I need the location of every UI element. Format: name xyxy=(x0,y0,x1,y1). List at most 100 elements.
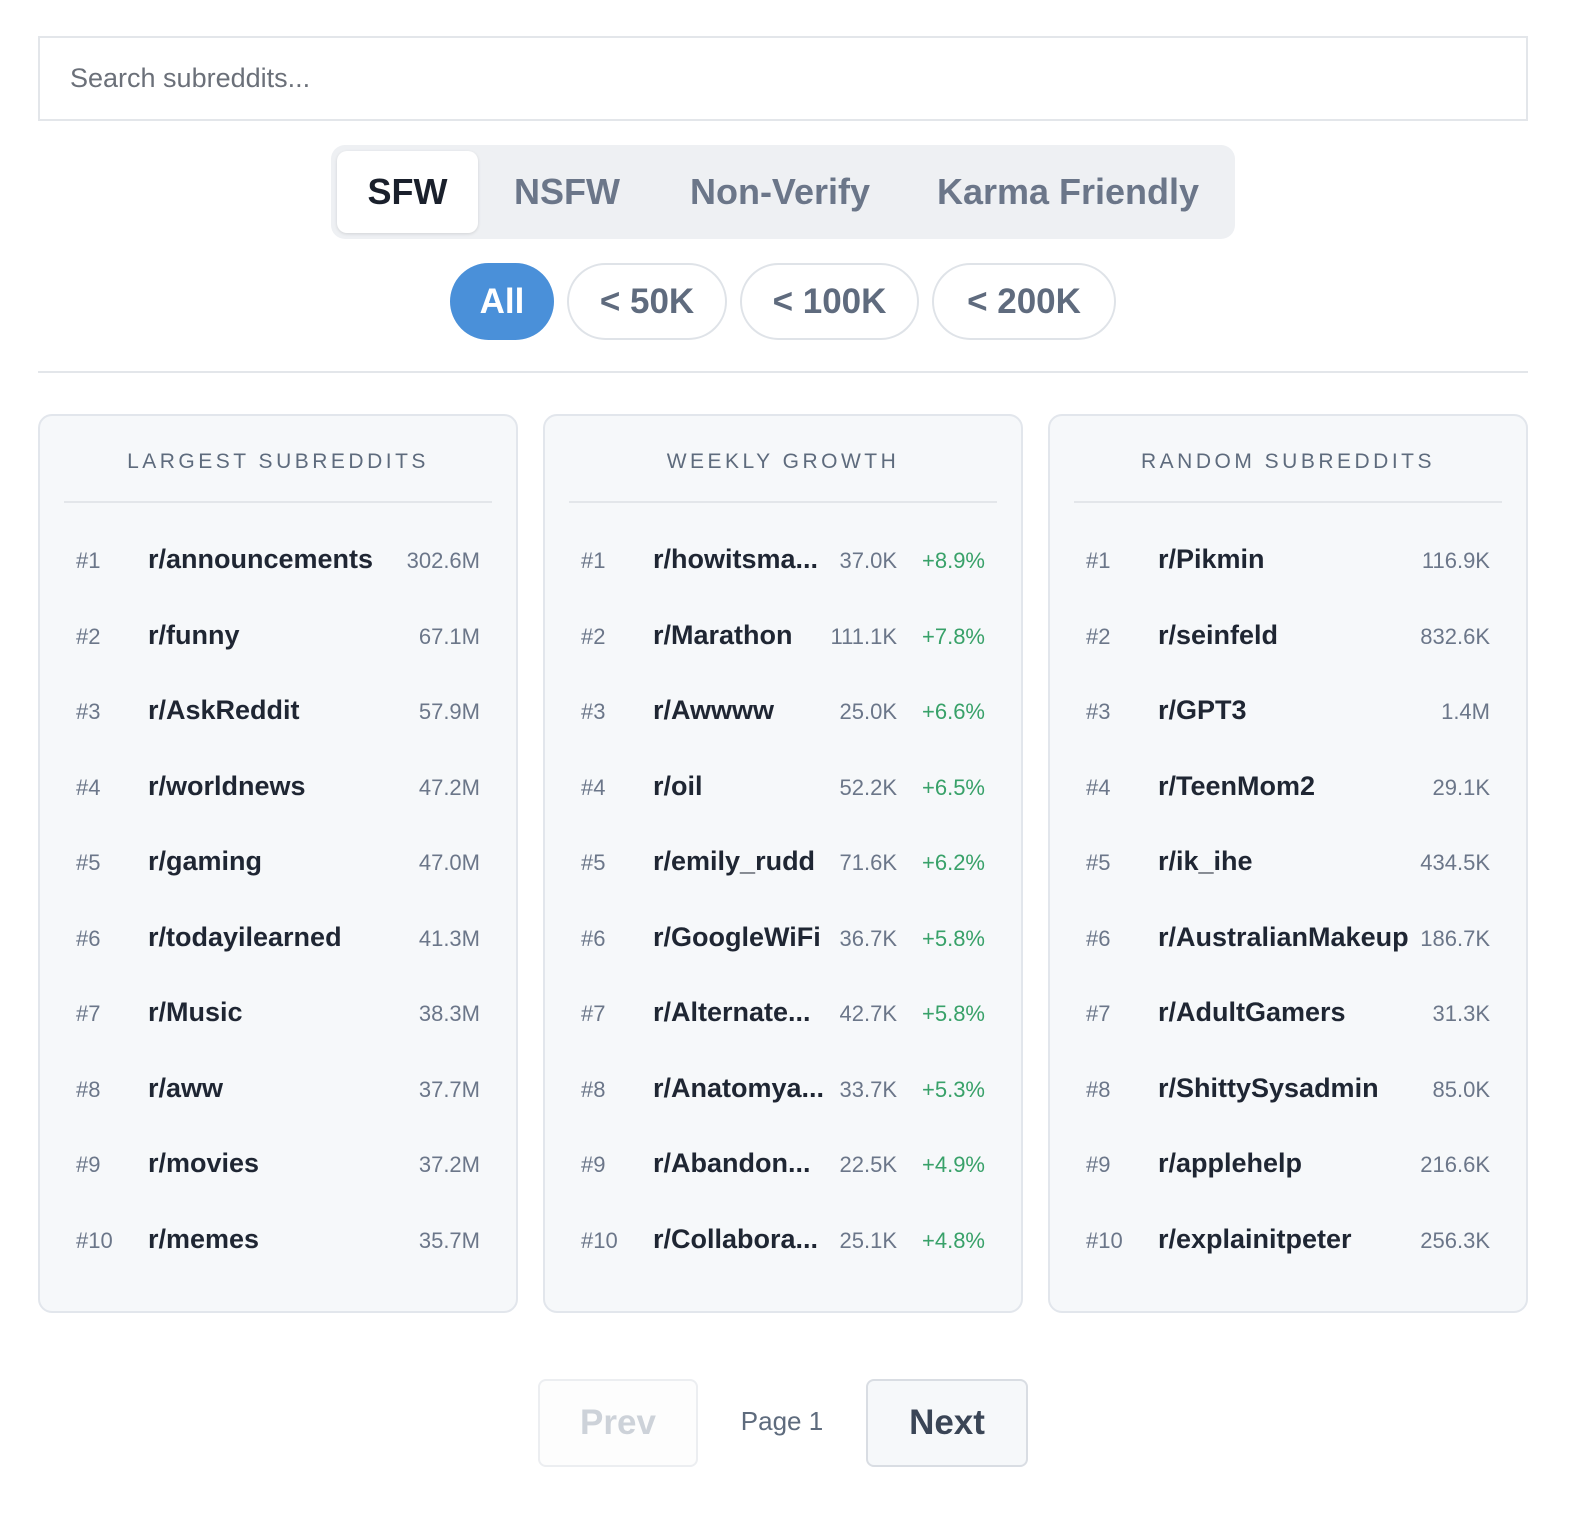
subreddit-row[interactable]: #7 r/Music 38.3M xyxy=(40,987,516,1047)
subreddit-row[interactable]: #3 r/Awwww 25.0K +6.6% xyxy=(545,685,1021,745)
subreddit-row[interactable]: #4 r/TeenMom2 29.1K xyxy=(1050,761,1526,821)
subreddit-row[interactable]: #1 r/announcements 302.6M xyxy=(40,534,516,594)
subreddit-row[interactable]: #6 r/GoogleWiFi 36.7K +5.8% xyxy=(545,912,1021,972)
subreddit-name-link[interactable]: r/funny xyxy=(148,620,240,651)
member-count: 47.0M xyxy=(418,850,480,875)
member-count: 85.0K xyxy=(1432,1076,1491,1102)
subreddit-row[interactable]: #2 r/funny 67.1M xyxy=(40,610,516,670)
subreddit-name-link[interactable]: r/applehelp xyxy=(1158,1148,1302,1179)
member-count: 36.7K xyxy=(839,925,898,951)
subreddit-name-link[interactable]: r/GoogleWiFi xyxy=(653,922,821,953)
subreddit-name-link[interactable]: r/howitsma... xyxy=(653,544,818,575)
panel-divider xyxy=(1074,501,1502,503)
filter-under-100k-button[interactable]: < 100K xyxy=(740,263,919,340)
subreddit-name-link[interactable]: r/gaming xyxy=(148,846,262,877)
subreddit-name-link[interactable]: r/emily_rudd xyxy=(653,846,815,877)
filter-under-50k-button[interactable]: < 50K xyxy=(567,263,727,340)
growth-percent: +8.9% xyxy=(922,548,985,573)
rank-label: #1 xyxy=(76,548,101,573)
subreddit-name-link[interactable]: r/movies xyxy=(148,1148,259,1179)
subreddit-row[interactable]: #9 r/Abandon... 22.5K +4.9% xyxy=(545,1138,1021,1198)
rank-label: #8 xyxy=(581,1076,606,1102)
subreddit-name-link[interactable]: r/ik_ihe xyxy=(1158,846,1253,877)
subreddit-row[interactable]: #5 r/emily_rudd 71.6K +6.2% xyxy=(545,836,1021,896)
tab-nsfw[interactable]: NSFW xyxy=(494,151,640,233)
subreddit-name-link[interactable]: r/AdultGamers xyxy=(1158,997,1346,1028)
subreddit-name-link[interactable]: r/Collabora... xyxy=(653,1224,818,1255)
subreddit-name-link[interactable]: r/TeenMom2 xyxy=(1158,771,1315,802)
subreddit-name-link[interactable]: r/AskReddit xyxy=(148,695,300,726)
filter-under-200k-button[interactable]: < 200K xyxy=(932,263,1116,340)
next-button[interactable]: Next xyxy=(866,1379,1028,1467)
member-count: 1.4M xyxy=(1441,699,1490,724)
subreddit-row[interactable]: #6 r/todayilearned 41.3M xyxy=(40,912,516,972)
growth-percent: +4.9% xyxy=(922,1152,985,1177)
tab-sfw[interactable]: SFW xyxy=(337,151,478,233)
subreddit-name-link[interactable]: r/seinfeld xyxy=(1158,620,1278,651)
search-input[interactable] xyxy=(40,38,1526,119)
subreddit-row[interactable]: #5 r/gaming 47.0M xyxy=(40,836,516,896)
member-count: 25.0K xyxy=(839,699,898,724)
subreddit-row[interactable]: #1 r/Pikmin 116.9K xyxy=(1050,534,1526,594)
growth-percent: +6.6% xyxy=(922,699,985,724)
member-count: 41.3M xyxy=(418,925,480,951)
subreddit-row[interactable]: #1 r/howitsma... 37.0K +8.9% xyxy=(545,534,1021,594)
rank-label: #2 xyxy=(1086,623,1111,649)
rank-label: #4 xyxy=(76,774,101,800)
subreddit-name-link[interactable]: r/Marathon xyxy=(653,620,793,651)
subreddit-name-link[interactable]: r/announcements xyxy=(148,544,373,575)
subreddit-name-link[interactable]: r/oil xyxy=(653,771,703,802)
rank-label: #8 xyxy=(1086,1076,1111,1102)
subreddit-row[interactable]: #2 r/Marathon 111.1K +7.8% xyxy=(545,610,1021,670)
subreddit-row[interactable]: #2 r/seinfeld 832.6K xyxy=(1050,610,1526,670)
subreddit-name-link[interactable]: r/Awwww xyxy=(653,695,774,726)
subreddit-row[interactable]: #9 r/movies 37.2M xyxy=(40,1138,516,1198)
subreddit-row[interactable]: #9 r/applehelp 216.6K xyxy=(1050,1138,1526,1198)
subreddit-row[interactable]: #8 r/aww 37.7M xyxy=(40,1063,516,1123)
filter-all-button[interactable]: All xyxy=(450,263,554,340)
subreddit-row[interactable]: #8 r/ShittySysadmin 85.0K xyxy=(1050,1063,1526,1123)
subreddit-name-link[interactable]: r/aww xyxy=(148,1073,223,1104)
panel-title: RANDOM SUBREDDITS xyxy=(1140,450,1436,473)
subreddit-row[interactable]: #7 r/Alternate... 42.7K +5.8% xyxy=(545,987,1021,1047)
subreddit-name-link[interactable]: r/todayilearned xyxy=(148,922,342,953)
rank-label: #3 xyxy=(581,699,606,724)
subreddit-name-link[interactable]: r/AustralianMakeup xyxy=(1158,922,1409,953)
subreddit-name-link[interactable]: r/explainitpeter xyxy=(1158,1224,1352,1255)
member-count: 37.0K xyxy=(839,548,898,573)
rank-label: #5 xyxy=(1086,850,1111,875)
subreddit-row[interactable]: #5 r/ik_ihe 434.5K xyxy=(1050,836,1526,896)
subreddit-row[interactable]: #7 r/AdultGamers 31.3K xyxy=(1050,987,1526,1047)
subreddit-row[interactable]: #3 r/AskReddit 57.9M xyxy=(40,685,516,745)
subreddit-row[interactable]: #4 r/oil 52.2K +6.5% xyxy=(545,761,1021,821)
subreddit-name-link[interactable]: r/Pikmin xyxy=(1158,544,1265,575)
subreddit-name-link[interactable]: r/Alternate... xyxy=(653,997,811,1028)
search-box[interactable] xyxy=(38,36,1528,121)
subreddit-row[interactable]: #6 r/AustralianMakeup 186.7K xyxy=(1050,912,1526,972)
subreddit-row[interactable]: #10 r/Collabora... 25.1K +4.8% xyxy=(545,1214,1021,1274)
member-count: 42.7K xyxy=(839,1001,898,1026)
tab-karma-friendly[interactable]: Karma Friendly xyxy=(923,151,1213,233)
rank-label: #7 xyxy=(1086,1001,1111,1026)
subreddit-name-link[interactable]: r/memes xyxy=(148,1224,259,1255)
rank-label: #10 xyxy=(1086,1227,1123,1253)
subreddit-name-link[interactable]: r/worldnews xyxy=(148,771,306,802)
subreddit-name-link[interactable]: r/GPT3 xyxy=(1158,695,1247,726)
rank-label: #6 xyxy=(1086,925,1111,951)
member-count: 38.3M xyxy=(418,1001,480,1026)
tab-non-verify[interactable]: Non-Verify xyxy=(671,151,889,233)
subreddit-row[interactable]: #8 r/Anatomya... 33.7K +5.3% xyxy=(545,1063,1021,1123)
member-count: 67.1M xyxy=(418,623,480,649)
subreddit-row[interactable]: #4 r/worldnews 47.2M xyxy=(40,761,516,821)
subreddit-name-link[interactable]: r/Abandon... xyxy=(653,1148,811,1179)
subreddit-row[interactable]: #3 r/GPT3 1.4M xyxy=(1050,685,1526,745)
panel-title: WEEKLY GROWTH xyxy=(666,450,900,473)
rank-label: #3 xyxy=(76,699,101,724)
rank-label: #6 xyxy=(76,925,101,951)
subreddit-name-link[interactable]: r/ShittySysadmin xyxy=(1158,1073,1379,1104)
subreddit-row[interactable]: #10 r/memes 35.7M xyxy=(40,1214,516,1274)
prev-button[interactable]: Prev xyxy=(538,1379,698,1467)
subreddit-name-link[interactable]: r/Music xyxy=(148,997,243,1028)
subreddit-name-link[interactable]: r/Anatomya... xyxy=(653,1073,824,1104)
subreddit-row[interactable]: #10 r/explainitpeter 256.3K xyxy=(1050,1214,1526,1274)
